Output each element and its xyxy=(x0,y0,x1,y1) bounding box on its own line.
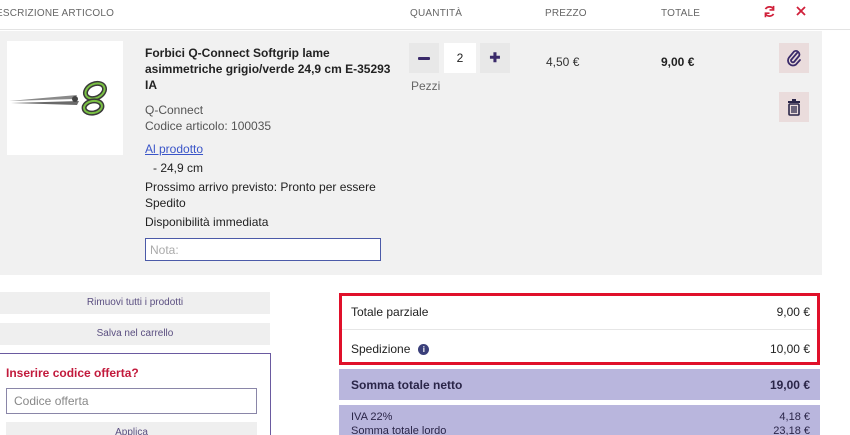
net-total-value: 19,00 € xyxy=(769,378,810,392)
coupon-title: Inserire codice offerta? xyxy=(6,366,139,380)
delete-button[interactable] xyxy=(779,92,809,122)
line-total: 9,00 € xyxy=(661,55,695,69)
shipping-value: 10,00 € xyxy=(769,342,810,356)
subtotal-row: Totale parziale 9,00 € xyxy=(339,293,820,329)
subtotal-label: Totale parziale xyxy=(351,305,429,319)
apply-coupon-button[interactable]: Applica xyxy=(6,422,257,435)
quantity-unit: Pezzi xyxy=(411,79,441,93)
product-code: Codice articolo: 100035 xyxy=(145,119,272,133)
col-description-header: ESCRIZIONE ARTICOLO xyxy=(0,8,115,19)
availability-info: Disponibilità immediata xyxy=(145,215,269,229)
arrival-info: Prossimo arrivo previsto: Pronto per ess… xyxy=(145,180,376,210)
cart-header: ESCRIZIONE ARTICOLO QUANTITÀ PREZZO TOTA… xyxy=(0,0,850,30)
quantity-increase-button[interactable]: ✚ xyxy=(480,43,510,73)
product-link[interactable]: Al prodotto xyxy=(145,141,203,157)
close-icon[interactable] xyxy=(795,4,807,20)
unit-price: 4,50 € xyxy=(546,55,580,69)
col-price-header: PREZZO xyxy=(545,8,587,19)
shipping-row: Spedizione i 10,00 € xyxy=(339,329,820,364)
shipping-label: Spedizione xyxy=(351,342,411,356)
info-icon[interactable]: i xyxy=(418,344,430,355)
gross-total-value: 23,18 € xyxy=(773,425,810,435)
save-cart-button[interactable]: Salva nel carrello xyxy=(0,323,270,345)
col-quantity-header: QUANTITÀ xyxy=(410,8,463,19)
remove-all-button[interactable]: Rimuovi tutti i prodotti xyxy=(0,292,270,314)
coupon-box: Inserire codice offerta? Applica xyxy=(0,353,271,435)
product-image[interactable] xyxy=(7,41,123,155)
product-variant: - 24,9 cm xyxy=(153,161,204,175)
vat-label: IVA 22% xyxy=(351,411,393,423)
net-total-label: Somma totale netto xyxy=(351,378,463,392)
coupon-input[interactable] xyxy=(6,388,257,414)
quantity-value[interactable]: 2 xyxy=(444,43,476,73)
net-total-row: Somma totale netto 19,00 € xyxy=(339,369,820,400)
product-brand: Q-Connect xyxy=(145,103,204,117)
order-summary: Totale parziale 9,00 € Spedizione i 10,00… xyxy=(339,293,820,435)
refresh-icon[interactable] xyxy=(763,5,776,21)
attach-button[interactable] xyxy=(779,43,809,73)
product-title[interactable]: Forbici Q-Connect Softgrip lame asimmetr… xyxy=(145,45,395,93)
subtotal-value: 9,00 € xyxy=(776,305,810,319)
note-input[interactable] xyxy=(145,238,381,261)
col-total-header: TOTALE xyxy=(661,8,701,19)
vat-value: 4,18 € xyxy=(779,411,810,423)
vat-row: IVA 22% 4,18 € Somma totale lordo 23,18 … xyxy=(339,405,820,435)
quantity-decrease-button[interactable] xyxy=(409,43,439,73)
gross-total-label: Somma totale lordo xyxy=(351,425,447,435)
cart-item-row: Forbici Q-Connect Softgrip lame asimmetr… xyxy=(0,31,822,275)
